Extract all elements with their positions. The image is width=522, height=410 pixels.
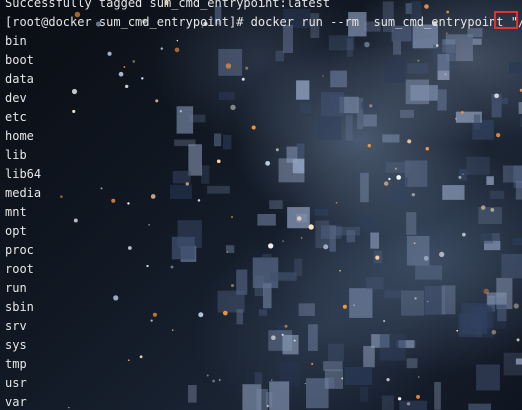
- output-line: root: [5, 262, 34, 276]
- terminal-output[interactable]: Successfully tagged sum_cmd_entrypoint:l…: [5, 0, 522, 410]
- output-line: lib64: [5, 167, 42, 181]
- output-line: dev: [5, 91, 27, 105]
- output-line: etc: [5, 110, 27, 124]
- output-line: data: [5, 72, 34, 86]
- output-line: opt: [5, 224, 27, 238]
- output-line: srv: [5, 319, 27, 333]
- command-text: docker run --rm sum_cmd_entrypoint: [250, 15, 511, 29]
- output-line: media: [5, 186, 42, 200]
- output-line: bin: [5, 34, 27, 48]
- output-line: lib: [5, 148, 27, 162]
- terminal-window[interactable]: Successfully tagged sum_cmd_entrypoint:l…: [0, 0, 522, 410]
- output-line: var: [5, 395, 27, 409]
- output-line: run: [5, 281, 27, 295]
- output-line: sys: [5, 338, 27, 352]
- command-line: [root@docker sum_cmd_entrypoint]# docker…: [5, 13, 522, 32]
- output-line: mnt: [5, 205, 27, 219]
- output-line: home: [5, 129, 34, 143]
- output-line: boot: [5, 53, 34, 67]
- output-line: tmp: [5, 357, 27, 371]
- output-line: proc: [5, 243, 34, 257]
- output-line: usr: [5, 376, 27, 390]
- output-line: sbin: [5, 300, 34, 314]
- previous-output-line: Successfully tagged sum_cmd_entrypoint:l…: [5, 0, 331, 10]
- shell-prompt: [root@docker sum_cmd_entrypoint]#: [5, 15, 251, 29]
- argument-highlight-box: [494, 11, 518, 29]
